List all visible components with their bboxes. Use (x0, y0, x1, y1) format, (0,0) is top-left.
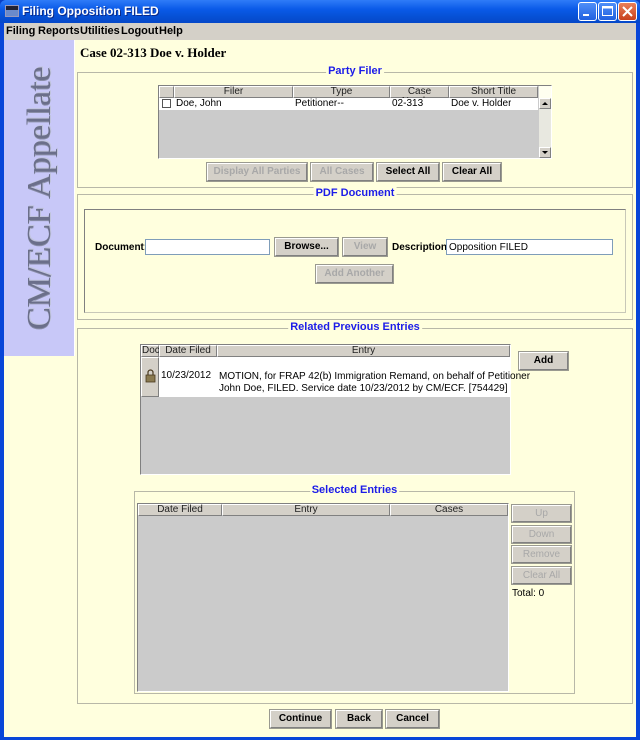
continue-button[interactable]: Continue (269, 709, 332, 729)
party-filer-table: Filer Type Case Number Short Title Doe, … (158, 85, 552, 159)
filer-short-title: Doe v. Holder (451, 98, 512, 109)
vertical-scrollbar[interactable] (539, 86, 551, 158)
close-button[interactable] (618, 2, 637, 21)
pdf-document-title: PDF Document (313, 187, 397, 199)
column-header-short-title[interactable]: Short Title (449, 86, 538, 98)
clear-all-parties-button[interactable]: Clear All (442, 162, 502, 182)
case-title: Case 02-313 Doe v. Holder (80, 45, 227, 60)
menu-reports[interactable]: Reports (38, 25, 80, 37)
column-header-entry[interactable]: Entry (222, 504, 390, 516)
move-up-button[interactable]: Up (511, 504, 572, 523)
table-row[interactable]: 10/23/2012 MOTION, for FRAP 42(b) Immigr… (141, 357, 530, 397)
entry-text-line1: MOTION, for FRAP 42(b) Immigration Reman… (219, 371, 531, 382)
filer-case-number: 02-313 (392, 98, 424, 109)
document-input[interactable] (145, 239, 270, 255)
column-header-type[interactable]: Type (293, 86, 390, 98)
doc-button[interactable] (141, 357, 159, 397)
close-icon (622, 6, 633, 17)
maximize-button[interactable] (598, 2, 617, 21)
pdf-document-panel (84, 209, 626, 313)
arrow-up-icon (542, 102, 548, 105)
entry-date-filed: 10/23/2012 (161, 370, 212, 381)
sidebar-banner: CM/ECF Appellate (4, 40, 75, 356)
document-label: Document: (95, 242, 148, 253)
menu-help[interactable]: Help (159, 25, 183, 37)
scroll-up-button[interactable] (539, 98, 551, 109)
add-another-button[interactable]: Add Another (315, 264, 394, 284)
related-entries-title: Related Previous Entries (288, 321, 422, 333)
app-icon (5, 5, 19, 17)
column-header-date-filed[interactable]: Date Filed (159, 345, 217, 357)
selected-entries-title: Selected Entries (309, 484, 400, 496)
application-window: Filing Opposition FILED Filing Reports U… (0, 0, 640, 740)
minimize-button[interactable] (578, 2, 597, 21)
related-entries-table: Doc Date Filed Entry 10/23/2012 MOTION, … (140, 344, 530, 475)
cancel-button[interactable]: Cancel (385, 709, 440, 729)
menu-bar: Filing Reports Utilities Logout Help (4, 23, 636, 40)
minimize-icon (583, 14, 589, 16)
menu-filing[interactable]: Filing (6, 25, 35, 37)
window-title: Filing Opposition FILED (22, 4, 159, 18)
scroll-down-button[interactable] (539, 147, 551, 158)
view-button[interactable]: View (342, 237, 388, 257)
column-header-entry[interactable]: Entry (217, 345, 510, 357)
column-header-cases[interactable]: Cases (390, 504, 508, 516)
remove-button[interactable]: Remove (511, 545, 572, 564)
back-button[interactable]: Back (335, 709, 383, 729)
display-all-parties-button[interactable]: Display All Parties (206, 162, 308, 182)
column-header-doc[interactable]: Doc (141, 345, 160, 357)
description-input[interactable] (446, 239, 613, 255)
select-all-button[interactable]: Select All (376, 162, 440, 182)
party-filer-title: Party Filer (326, 65, 384, 77)
brand-logo-text: CM/ECF Appellate (21, 66, 58, 330)
scrollbar-corner (539, 86, 551, 98)
table-row[interactable]: Doe, John Petitioner-- 02-313 Doe v. Hol… (159, 98, 538, 110)
filer-checkbox[interactable] (162, 99, 171, 108)
filer-name: Doe, John (176, 98, 222, 109)
maximize-icon (602, 6, 613, 16)
entry-text-line2: John Doe, FILED. Service date 10/23/2012… (219, 383, 508, 394)
title-bar[interactable]: Filing Opposition FILED (0, 0, 640, 23)
add-entry-button[interactable]: Add (518, 351, 569, 371)
move-down-button[interactable]: Down (511, 525, 572, 544)
filer-type: Petitioner-- (295, 98, 344, 109)
arrow-down-icon (542, 151, 548, 154)
menu-logout[interactable]: Logout (121, 25, 158, 37)
column-header-case-number[interactable]: Case Number (390, 86, 449, 107)
selected-entries-table: Date Filed Entry Cases (137, 503, 509, 692)
document-lock-icon (145, 369, 156, 383)
column-header-filer[interactable]: Filer (174, 86, 293, 98)
column-header-select[interactable] (159, 86, 174, 98)
clear-all-entries-button[interactable]: Clear All (511, 566, 572, 585)
column-header-date-filed[interactable]: Date Filed (138, 504, 222, 516)
browse-button[interactable]: Browse... (274, 237, 339, 257)
description-label: Description: (392, 242, 451, 253)
all-cases-button[interactable]: All Cases (310, 162, 374, 182)
total-count: Total: 0 (512, 588, 545, 599)
menu-utilities[interactable]: Utilities (80, 25, 120, 37)
